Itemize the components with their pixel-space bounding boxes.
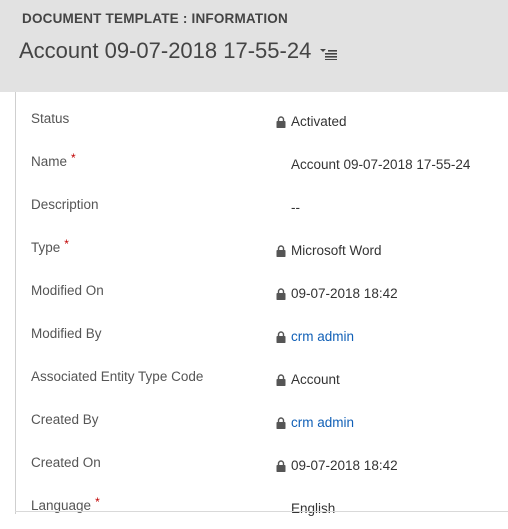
lock-icon	[276, 116, 286, 128]
entity-label: DOCUMENT TEMPLATE : INFORMATION	[22, 11, 288, 26]
field-label-text: Name	[31, 154, 68, 169]
field-value[interactable]: Account 09-07-2018 17-55-24	[291, 157, 470, 172]
lock-icon	[276, 374, 286, 386]
lock-icon	[276, 245, 286, 257]
field-row: Type * Microsoft Word	[0, 228, 508, 271]
field-label: Associated Entity Type Code	[31, 369, 203, 384]
field-label: Type *	[31, 237, 69, 255]
field-value: Microsoft Word	[291, 243, 382, 258]
record-title-text: Account 09-07-2018 17-55-24	[19, 38, 312, 63]
field-row: Created By crm admin	[0, 400, 508, 443]
field-label-text: Created By	[31, 412, 99, 427]
field-value: Activated	[291, 114, 347, 129]
field-value-link[interactable]: crm admin	[291, 329, 354, 344]
field-value: 09-07-2018 18:42	[291, 458, 398, 473]
field-value: Account	[291, 372, 340, 387]
lock-icon	[276, 288, 286, 300]
lock-icon	[276, 331, 286, 343]
lock-icon	[276, 460, 286, 472]
field-label: Created By	[31, 412, 99, 427]
field-row: Modified By crm admin	[0, 314, 508, 357]
field-label-text: Type	[31, 240, 61, 255]
field-label-text: Modified On	[31, 283, 104, 298]
lock-icon	[276, 417, 286, 429]
required-indicator: *	[64, 237, 69, 251]
form-header: DOCUMENT TEMPLATE : INFORMATION Account …	[0, 0, 508, 92]
field-value[interactable]: --	[291, 200, 300, 215]
field-label: Status	[31, 111, 69, 126]
field-label: Modified On	[31, 283, 104, 298]
field-label-text: Modified By	[31, 326, 102, 341]
field-row: Language * English	[0, 486, 508, 529]
field-label: Name *	[31, 151, 76, 169]
field-value-link[interactable]: crm admin	[291, 415, 354, 430]
field-label-text: Created On	[31, 455, 101, 470]
field-label-text: Description	[31, 197, 99, 212]
form-bottom-border	[15, 511, 508, 512]
field-label: Modified By	[31, 326, 102, 341]
field-row: Description --	[0, 185, 508, 228]
field-row: Status Activated	[0, 99, 508, 142]
required-indicator: *	[71, 151, 76, 165]
field-row: Name * Account 09-07-2018 17-55-24	[0, 142, 508, 185]
field-row: Created On 09-07-2018 18:42	[0, 443, 508, 486]
required-indicator: *	[95, 495, 100, 509]
record-title: Account 09-07-2018 17-55-24	[19, 38, 338, 64]
field-label: Created On	[31, 455, 101, 470]
field-value: 09-07-2018 18:42	[291, 286, 398, 301]
field-label-text: Associated Entity Type Code	[31, 369, 204, 384]
form-selector-menu-icon[interactable]	[320, 48, 338, 60]
field-row: Modified On 09-07-2018 18:42	[0, 271, 508, 314]
field-label: Description	[31, 197, 99, 212]
field-row: Associated Entity Type Code Account	[0, 357, 508, 400]
field-label-text: Status	[31, 111, 70, 126]
